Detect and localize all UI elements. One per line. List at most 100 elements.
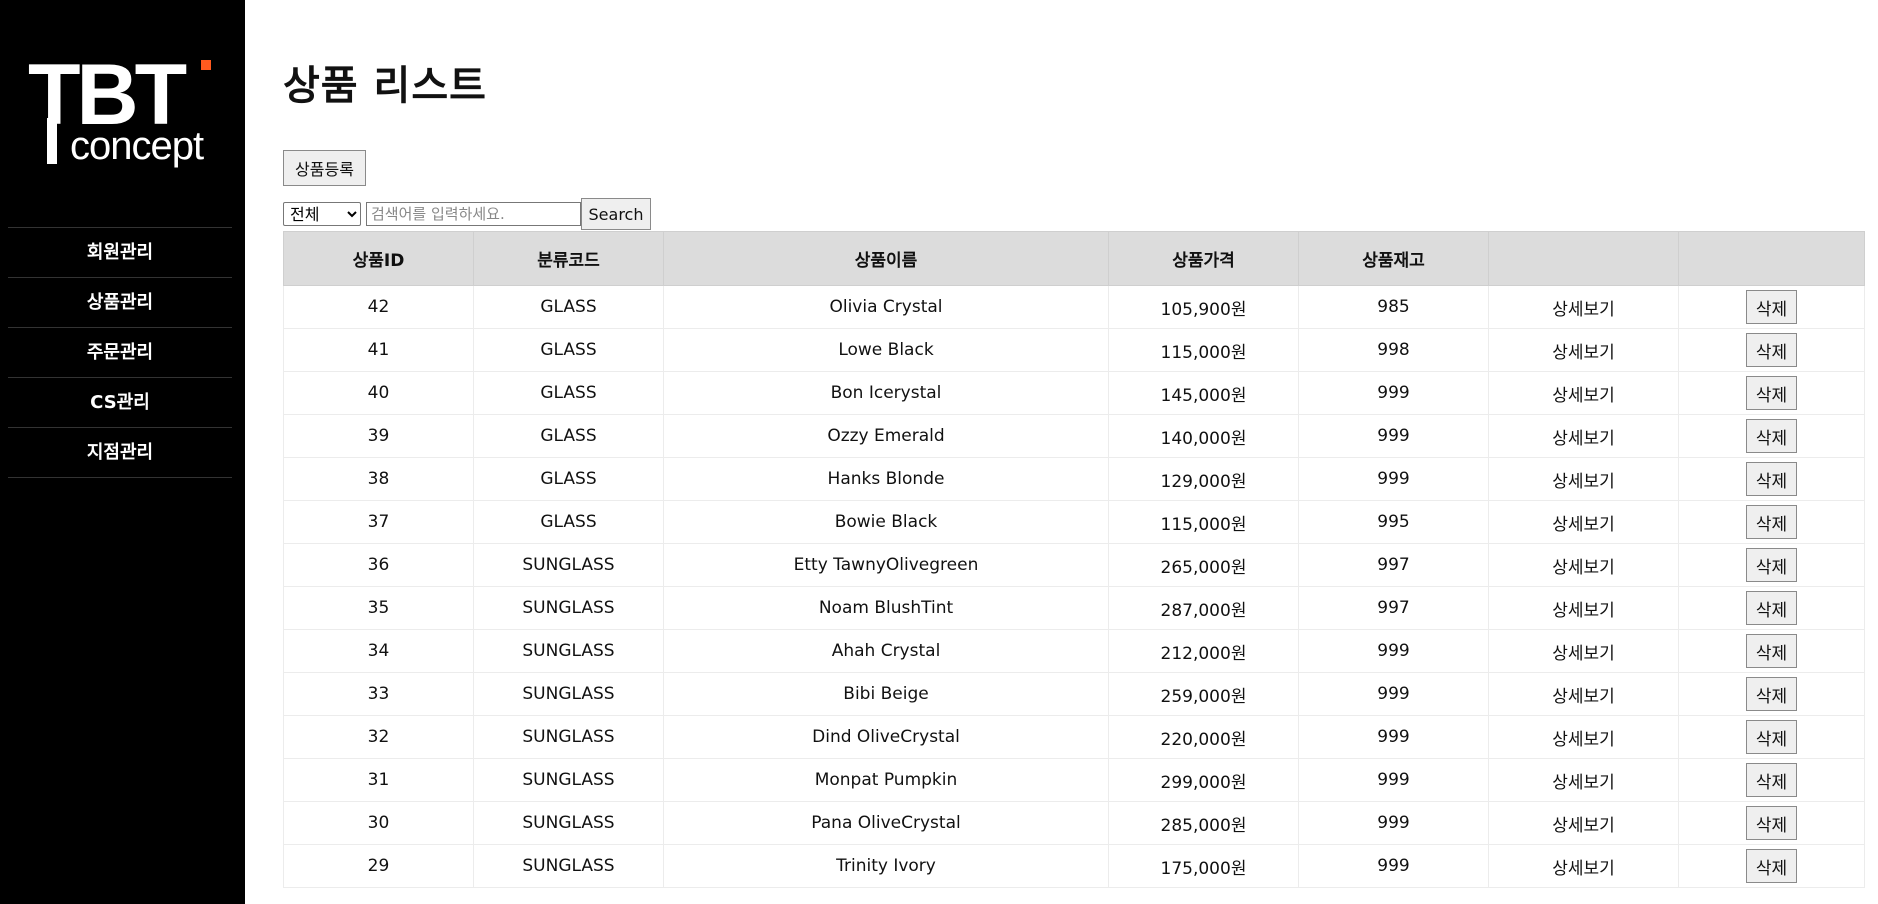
cell-product-name: Pana OliveCrystal: [663, 801, 1109, 845]
cell-product-name: Ahah Crystal: [663, 629, 1109, 673]
column-header-detail: [1488, 231, 1679, 286]
cell-category-code: SUNGLASS: [473, 672, 664, 716]
view-detail-link[interactable]: 상세보기: [1488, 844, 1679, 888]
cell-product-id: 42: [283, 285, 474, 329]
cell-delete: 삭제: [1678, 285, 1865, 329]
page-title: 상품 리스트: [283, 63, 487, 109]
sidebar-item-products[interactable]: 상품관리: [8, 278, 232, 328]
logo-stem: [47, 118, 57, 164]
delete-button[interactable]: 삭제: [1746, 548, 1797, 582]
cell-product-id: 34: [283, 629, 474, 673]
search-input[interactable]: [366, 202, 581, 226]
sidebar: TBT concept 회원관리 상품관리 주문관리 CS관리 지점관리: [0, 0, 245, 904]
view-detail-link[interactable]: 상세보기: [1488, 543, 1679, 587]
column-header-category: 분류코드: [473, 231, 664, 286]
cell-product-stock: 999: [1298, 414, 1489, 458]
cell-product-stock: 999: [1298, 801, 1489, 845]
category-select[interactable]: 전체: [283, 202, 361, 226]
cell-product-stock: 995: [1298, 500, 1489, 544]
cell-delete: 삭제: [1678, 801, 1865, 845]
sidebar-item-cs[interactable]: CS관리: [8, 378, 232, 428]
cell-product-price: 220,000원: [1108, 715, 1299, 759]
cell-delete: 삭제: [1678, 457, 1865, 501]
delete-button[interactable]: 삭제: [1746, 763, 1797, 797]
cell-delete: 삭제: [1678, 715, 1865, 759]
cell-category-code: GLASS: [473, 457, 664, 501]
cell-product-price: 145,000원: [1108, 371, 1299, 415]
cell-product-id: 32: [283, 715, 474, 759]
search-button[interactable]: Search: [581, 198, 651, 230]
view-detail-link[interactable]: 상세보기: [1488, 285, 1679, 329]
table-row: 40 GLASS Bon Icerystal 145,000원 999 상세보기 삭제: [283, 371, 1865, 415]
cell-product-price: 115,000원: [1108, 500, 1299, 544]
table-row: 35 SUNGLASS Noam BlushTint 287,000원 997 상세보기 삭…: [283, 586, 1865, 630]
delete-button[interactable]: 삭제: [1746, 677, 1797, 711]
cell-product-id: 40: [283, 371, 474, 415]
cell-category-code: SUNGLASS: [473, 543, 664, 587]
view-detail-link[interactable]: 상세보기: [1488, 586, 1679, 630]
cell-product-name: Etty TawnyOlivegreen: [663, 543, 1109, 587]
delete-button[interactable]: 삭제: [1746, 634, 1797, 668]
sidebar-item-orders[interactable]: 주문관리: [8, 328, 232, 378]
delete-button[interactable]: 삭제: [1746, 849, 1797, 883]
table-row: 32 SUNGLASS Dind OliveCrystal 220,000원 999 상세…: [283, 715, 1865, 759]
cell-product-name: Ozzy Emerald: [663, 414, 1109, 458]
cell-category-code: SUNGLASS: [473, 758, 664, 802]
delete-button[interactable]: 삭제: [1746, 720, 1797, 754]
table-row: 30 SUNGLASS Pana OliveCrystal 285,000원 999 상세…: [283, 801, 1865, 845]
table-row: 34 SUNGLASS Ahah Crystal 212,000원 999 상세보기 삭제: [283, 629, 1865, 673]
view-detail-link[interactable]: 상세보기: [1488, 672, 1679, 716]
delete-button[interactable]: 삭제: [1746, 591, 1797, 625]
cell-product-price: 140,000원: [1108, 414, 1299, 458]
cell-delete: 삭제: [1678, 543, 1865, 587]
column-header-stock: 상품재고: [1298, 231, 1489, 286]
cell-product-stock: 999: [1298, 758, 1489, 802]
cell-product-id: 35: [283, 586, 474, 630]
tbt-concept-logo[interactable]: TBT concept: [28, 52, 218, 171]
column-header-price: 상품가격: [1108, 231, 1299, 286]
cell-category-code: GLASS: [473, 500, 664, 544]
view-detail-link[interactable]: 상세보기: [1488, 500, 1679, 544]
table-row: 39 GLASS Ozzy Emerald 140,000원 999 상세보기 삭제: [283, 414, 1865, 458]
delete-button[interactable]: 삭제: [1746, 333, 1797, 367]
product-table: 상품ID 분류코드 상품이름 상품가격 상품재고 42 GLASS Olivia C…: [283, 231, 1865, 888]
table-row: 29 SUNGLASS Trinity Ivory 175,000원 999 상세보기 삭제: [283, 844, 1865, 888]
cell-product-id: 31: [283, 758, 474, 802]
cell-product-price: 285,000원: [1108, 801, 1299, 845]
view-detail-link[interactable]: 상세보기: [1488, 758, 1679, 802]
cell-category-code: SUNGLASS: [473, 586, 664, 630]
view-detail-link[interactable]: 상세보기: [1488, 414, 1679, 458]
cell-product-price: 287,000원: [1108, 586, 1299, 630]
cell-product-name: Dind OliveCrystal: [663, 715, 1109, 759]
view-detail-link[interactable]: 상세보기: [1488, 801, 1679, 845]
cell-product-price: 299,000원: [1108, 758, 1299, 802]
register-product-button[interactable]: 상품등록: [283, 150, 366, 186]
delete-button[interactable]: 삭제: [1746, 290, 1797, 324]
delete-button[interactable]: 삭제: [1746, 505, 1797, 539]
cell-product-id: 36: [283, 543, 474, 587]
cell-product-name: Bowie Black: [663, 500, 1109, 544]
sidebar-item-members[interactable]: 회원관리: [8, 228, 232, 278]
delete-button[interactable]: 삭제: [1746, 806, 1797, 840]
cell-product-id: 30: [283, 801, 474, 845]
delete-button[interactable]: 삭제: [1746, 419, 1797, 453]
view-detail-link[interactable]: 상세보기: [1488, 328, 1679, 372]
view-detail-link[interactable]: 상세보기: [1488, 715, 1679, 759]
delete-button[interactable]: 삭제: [1746, 376, 1797, 410]
view-detail-link[interactable]: 상세보기: [1488, 371, 1679, 415]
cell-product-stock: 997: [1298, 586, 1489, 630]
view-detail-link[interactable]: 상세보기: [1488, 629, 1679, 673]
cell-product-price: 175,000원: [1108, 844, 1299, 888]
delete-button[interactable]: 삭제: [1746, 462, 1797, 496]
sidebar-item-branches[interactable]: 지점관리: [8, 428, 232, 478]
sidebar-menu: 회원관리 상품관리 주문관리 CS관리 지점관리: [8, 227, 232, 478]
cell-product-price: 105,900원: [1108, 285, 1299, 329]
cell-product-stock: 998: [1298, 328, 1489, 372]
cell-product-stock: 999: [1298, 629, 1489, 673]
cell-product-name: Bon Icerystal: [663, 371, 1109, 415]
cell-product-id: 33: [283, 672, 474, 716]
view-detail-link[interactable]: 상세보기: [1488, 457, 1679, 501]
cell-product-name: Bibi Beige: [663, 672, 1109, 716]
cell-product-stock: 999: [1298, 672, 1489, 716]
table-header-row: 상품ID 분류코드 상품이름 상품가격 상품재고: [283, 231, 1865, 286]
